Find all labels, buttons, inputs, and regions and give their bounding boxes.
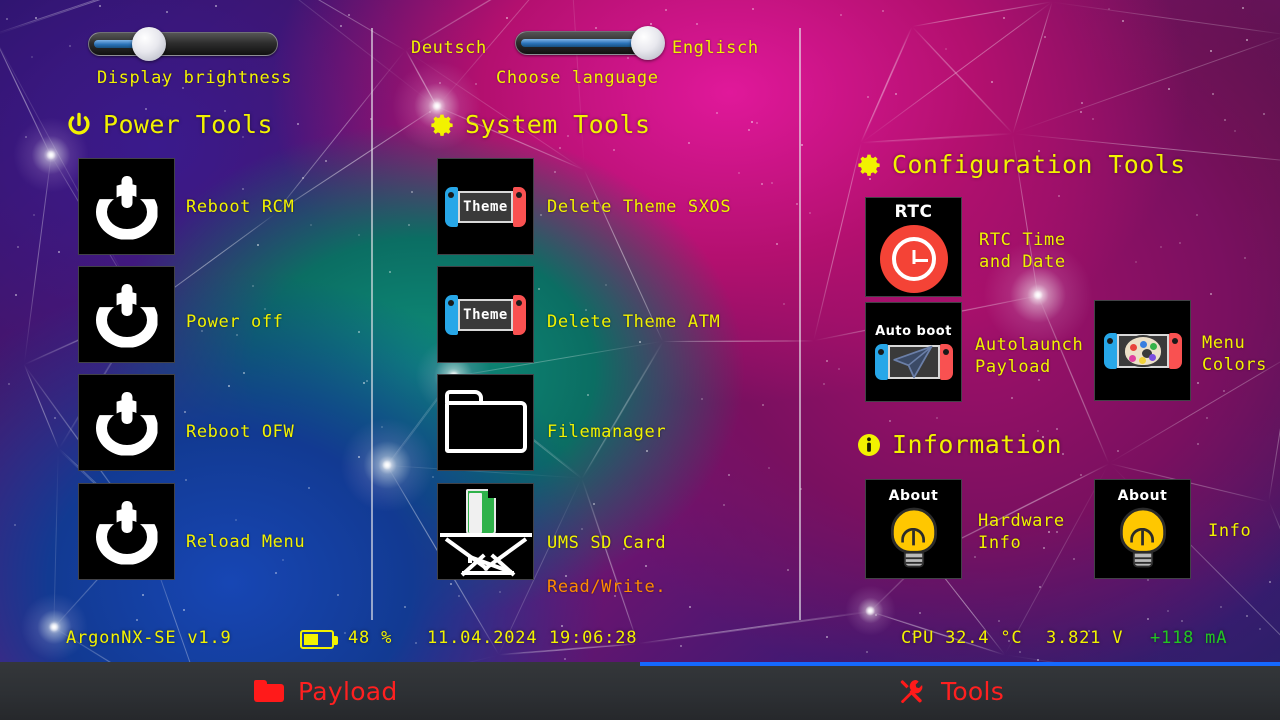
gear-icon [858, 154, 880, 176]
tile-filemanager[interactable] [437, 374, 534, 471]
tile-power-off[interactable] [78, 266, 175, 363]
label-ums-sd-card-line1: UMS SD Card [547, 533, 667, 553]
power-glyph [95, 175, 158, 240]
power-glyph [95, 391, 158, 456]
folder-icon [254, 680, 284, 702]
status-battery-percent: 48 % [348, 628, 393, 648]
language-label: Choose language [496, 68, 659, 88]
folder-icon [443, 389, 529, 456]
tile-info[interactable]: About [1094, 479, 1191, 579]
label-ums-sd-card: UMS SD Card Read/Write. [547, 510, 666, 598]
label-rtc-time-and-date: RTC Time and Date [979, 230, 1066, 272]
label-delete-theme-atm: Delete Theme ATM [547, 312, 721, 332]
status-version: ArgonNX-SE v1.9 [66, 628, 232, 648]
tile-menu-colors[interactable] [1094, 300, 1191, 401]
status-voltage: 3.821 V [1046, 628, 1124, 648]
brightness-slider-handle[interactable] [132, 27, 166, 61]
status-bar: ArgonNX-SE v1.9 48 % 11.04.2024 19:06:28… [0, 628, 1280, 662]
power-glyph [95, 500, 158, 565]
section-title-configuration: Configuration Tools [892, 150, 1186, 179]
palette-icon [1122, 334, 1163, 367]
palette-switch-icon [1103, 332, 1182, 369]
tile-delete-theme-atm[interactable]: Theme [437, 266, 534, 363]
section-title-information: Information [892, 430, 1062, 459]
power-icon [68, 112, 90, 134]
tab-payload-label: Payload [298, 676, 398, 706]
label-menu-colors: Menu Colors [1202, 333, 1268, 375]
about-caption: About [1117, 487, 1168, 504]
label-hardware-info: Hardware Info [978, 511, 1065, 553]
section-header-information: Information [857, 430, 1062, 459]
rtc-caption: RTC [894, 201, 933, 222]
label-reboot-rcm: Reboot RCM [186, 197, 295, 217]
label-power-off: Power off [186, 312, 284, 332]
status-cpu-temp: CPU 32.4 °C [901, 628, 1023, 648]
tab-tools-label: Tools [941, 676, 1005, 706]
about-caption: About [888, 487, 939, 504]
battery-icon [300, 630, 338, 649]
autoboot-caption: Auto boot [875, 324, 952, 339]
power-glyph [95, 283, 158, 348]
label-autolaunch-payload: Autolaunch Payload [975, 335, 1084, 377]
switch-theme-icon: Theme [445, 186, 526, 227]
sd-card-icon [439, 488, 532, 576]
status-time: 19:06:28 [549, 628, 638, 648]
section-title-system: System Tools [465, 110, 651, 139]
status-current: +118 mA [1150, 628, 1228, 648]
column-divider-left [371, 28, 373, 620]
tab-tools[interactable]: Tools [897, 662, 1004, 720]
lightbulb-icon [888, 507, 940, 568]
switch-theme-icon: Theme [445, 294, 526, 335]
label-ums-sd-card-line2: Read/Write. [547, 577, 667, 597]
paper-plane-icon [892, 345, 932, 379]
language-slider-fill [521, 39, 639, 47]
label-delete-theme-sxos: Delete Theme SXOS [547, 197, 732, 217]
tile-autolaunch-payload[interactable]: Auto boot [865, 302, 962, 402]
brightness-label: Display brightness [97, 68, 293, 88]
language-option-right[interactable]: Englisch [672, 38, 759, 58]
tools-icon [900, 680, 923, 703]
tile-reboot-rcm[interactable] [78, 158, 175, 255]
brightness-slider[interactable] [88, 27, 278, 61]
rtc-clock-icon [879, 224, 948, 293]
language-slider-handle[interactable] [630, 26, 665, 60]
tile-reboot-ofw[interactable] [78, 374, 175, 471]
lightbulb-icon [1117, 507, 1169, 568]
tile-ums-sd-card[interactable] [437, 483, 534, 580]
label-reboot-ofw: Reboot OFW [186, 422, 295, 442]
tile-reload-menu[interactable] [78, 483, 175, 580]
label-reload-menu: Reload Menu [186, 532, 306, 552]
tab-payload[interactable]: Payload [254, 662, 398, 720]
language-option-left[interactable]: Deutsch [411, 38, 487, 58]
switch-screen-caption: Theme [463, 198, 508, 215]
switch-screen-caption: Theme [463, 306, 508, 323]
bottom-tab-bar: Payload Tools [0, 662, 1280, 720]
tile-hardware-info[interactable]: About [865, 479, 962, 579]
gear-icon [431, 114, 453, 136]
column-divider-right [799, 28, 801, 620]
language-slider[interactable] [515, 26, 665, 60]
section-header-power: Power Tools [66, 110, 273, 139]
info-icon [858, 433, 880, 456]
section-header-system: System Tools [430, 110, 650, 139]
label-filemanager: Filemanager [547, 422, 667, 442]
tile-rtc-time-and-date[interactable]: RTC [865, 197, 962, 297]
autoboot-icon [874, 344, 953, 380]
status-date: 11.04.2024 [427, 628, 538, 648]
section-header-configuration: Configuration Tools [857, 150, 1186, 179]
label-info: Info [1208, 521, 1252, 541]
argonnx-tools-screen: Display brightness Deutsch Englisch Choo… [0, 0, 1280, 720]
tile-delete-theme-sxos[interactable]: Theme [437, 158, 534, 255]
section-title-power: Power Tools [103, 110, 273, 139]
